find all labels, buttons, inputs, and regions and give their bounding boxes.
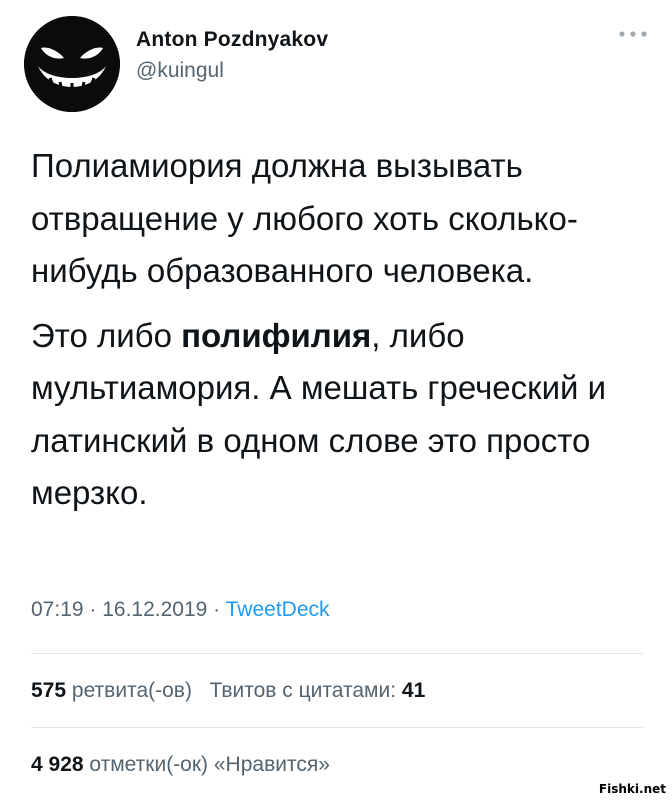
watermark: Fishki.net [598,782,666,796]
avatar[interactable] [24,16,120,112]
source-link[interactable]: TweetDeck [226,598,330,621]
more-icon[interactable] [616,22,650,46]
likes-stats[interactable]: 4 928 отметки(-ок) «Нравится» [31,753,330,777]
tweet-text: Полиамиория должна вызывать отвращение у… [31,140,651,520]
quotes-label: Твитов с цитатами: [209,679,397,702]
tweet-meta: 07:19 · 16.12.2019 · TweetDeck [31,598,330,622]
tweet-text-segment: Это либо [31,316,182,354]
meta-separator: · [83,598,103,621]
divider [31,653,643,654]
retweets-link[interactable]: 575 ретвита(-ов) [31,679,192,702]
tweet-date[interactable]: 16.12.2019 [102,598,207,621]
quotes-count: 41 [401,679,426,702]
retweets-label: ретвита(-ов) [71,679,192,702]
author-handle[interactable]: @kuingul [136,59,224,83]
grinning-face-icon [24,16,120,112]
quotes-link[interactable]: Твитов с цитатами: 41 [209,679,425,702]
author-name[interactable]: Anton Pozdnyakov [136,28,328,52]
divider [31,727,643,728]
retweets-count: 575 [31,679,67,702]
bold-word: полифилия [181,316,372,354]
tweet-time[interactable]: 07:19 [31,598,84,621]
tweet-paragraph-2: Это либо полифилия, либо мультиамория. А… [31,310,651,520]
retweet-stats: 575 ретвита(-ов) Твитов с цитатами: 41 [31,679,425,703]
meta-separator: · [207,598,226,621]
likes-count: 4 928 [31,753,84,776]
tweet-paragraph-1: Полиамиория должна вызывать отвращение у… [31,147,578,289]
likes-label: отметки(-ок) «Нравится» [89,753,330,776]
